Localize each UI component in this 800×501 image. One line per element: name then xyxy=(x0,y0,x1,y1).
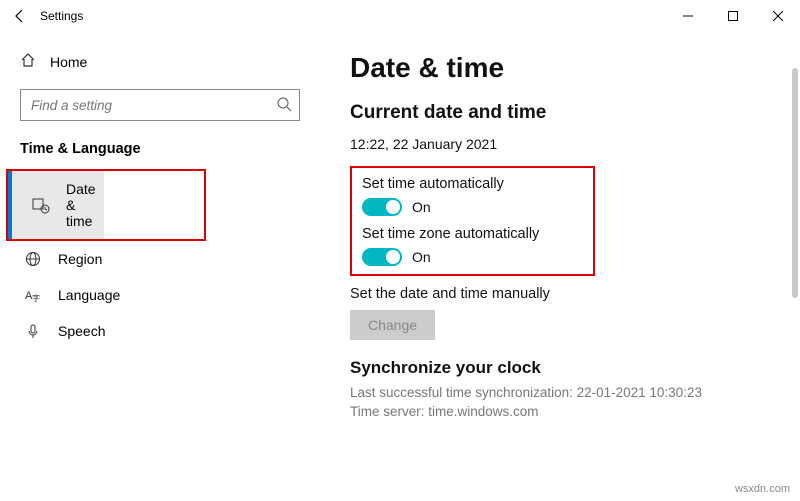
maximize-button[interactable] xyxy=(710,0,755,32)
microphone-icon xyxy=(24,323,42,339)
search-input[interactable] xyxy=(20,89,300,121)
close-button[interactable] xyxy=(755,0,800,32)
sync-last-text: Last successful time synchronization: 22… xyxy=(350,384,770,403)
nav-region[interactable]: Region xyxy=(0,241,320,277)
home-icon xyxy=(20,52,36,71)
watermark: wsxdn.com xyxy=(735,483,790,495)
nav-date-time[interactable]: Date & time xyxy=(8,171,104,239)
window-title: Settings xyxy=(40,9,83,23)
minimize-icon xyxy=(683,11,693,21)
sync-clock-heading: Synchronize your clock xyxy=(350,358,770,378)
set-time-auto-state: On xyxy=(412,199,431,215)
set-tz-auto-toggle[interactable] xyxy=(362,248,402,266)
sync-server-text: Time server: time.windows.com xyxy=(350,403,770,422)
current-datetime-value: 12:22, 22 January 2021 xyxy=(350,136,770,152)
maximize-icon xyxy=(728,11,738,21)
language-icon: A字 xyxy=(24,287,42,303)
search-icon xyxy=(276,96,292,117)
manual-set-label: Set the date and time manually xyxy=(350,286,770,302)
window-controls xyxy=(665,0,800,32)
minimize-button[interactable] xyxy=(665,0,710,32)
arrow-left-icon xyxy=(12,8,28,24)
annotation-highlight: Date & time xyxy=(6,169,206,241)
current-datetime-heading: Current date and time xyxy=(350,102,770,124)
set-tz-auto-label: Set time zone automatically xyxy=(362,226,583,242)
set-time-auto-label: Set time automatically xyxy=(362,176,583,192)
nav-label: Date & time xyxy=(66,181,96,229)
close-icon xyxy=(773,11,783,21)
change-button: Change xyxy=(350,310,435,340)
annotation-highlight-toggles: Set time automatically On Set time zone … xyxy=(350,166,595,276)
window-body: Home Time & Language Date & time xyxy=(0,32,800,501)
home-label: Home xyxy=(50,54,87,70)
set-time-auto-toggle[interactable] xyxy=(362,198,402,216)
search-container xyxy=(20,89,300,121)
settings-window: Settings Home xyxy=(0,0,800,501)
home-link[interactable]: Home xyxy=(0,46,320,85)
scrollbar[interactable] xyxy=(792,68,798,298)
main-content: Date & time Current date and time 12:22,… xyxy=(320,32,800,501)
nav-language[interactable]: A字 Language xyxy=(0,277,320,313)
clock-calendar-icon xyxy=(32,196,50,214)
nav-label: Speech xyxy=(58,323,105,339)
sidebar: Home Time & Language Date & time xyxy=(0,32,320,501)
page-title: Date & time xyxy=(350,52,770,84)
section-title: Time & Language xyxy=(0,137,320,169)
back-button[interactable] xyxy=(0,8,40,24)
globe-icon xyxy=(24,251,42,267)
set-tz-auto-state: On xyxy=(412,249,431,265)
titlebar: Settings xyxy=(0,0,800,32)
nav-speech[interactable]: Speech xyxy=(0,313,320,349)
nav-label: Region xyxy=(58,251,102,267)
svg-text:字: 字 xyxy=(32,293,40,303)
nav-label: Language xyxy=(58,287,120,303)
